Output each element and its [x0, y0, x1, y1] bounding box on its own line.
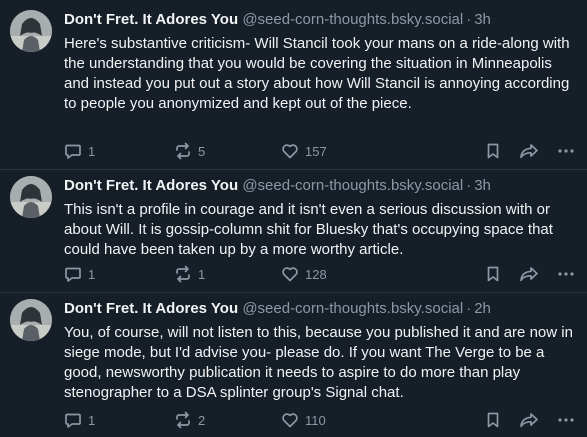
bookmark-button[interactable] [484, 411, 502, 429]
post-actions: 1 1 128 [64, 265, 579, 285]
bookmark-icon [487, 143, 499, 159]
post-text: Here's substantive criticism- Will Stanc… [64, 35, 570, 112]
post-actions: 1 5 157 [64, 142, 579, 162]
reply-count: 1 [88, 266, 96, 282]
divider [0, 292, 587, 293]
post-time[interactable]: 3h [474, 177, 491, 194]
bookmark-icon [487, 266, 499, 282]
author-handle[interactable]: @seed-corn-thoughts.bsky.social [242, 11, 463, 28]
like-button[interactable]: 110 [281, 411, 326, 429]
like-button[interactable]: 128 [281, 265, 327, 283]
ellipsis-icon [558, 272, 574, 276]
repost-arrows-icon [176, 411, 190, 429]
post-header: Don't Fret. It Adores You @seed-corn-tho… [64, 176, 579, 196]
repost-button[interactable]: 1 [174, 265, 205, 283]
repost-arrows-icon [176, 142, 190, 160]
post-text: This isn't a profile in courage and it i… [64, 201, 553, 258]
reply-button[interactable]: 1 [64, 411, 95, 429]
repost-count: 1 [198, 266, 206, 282]
avatar[interactable] [10, 10, 52, 52]
repost-button[interactable]: 5 [174, 142, 205, 160]
ellipsis-icon [558, 418, 574, 422]
repost-count: 2 [198, 412, 206, 428]
post-header: Don't Fret. It Adores You @seed-corn-tho… [64, 299, 579, 319]
reply-button[interactable]: 1 [64, 142, 95, 160]
post-thread: Don't Fret. It Adores You @seed-corn-tho… [0, 0, 587, 437]
like-count: 110 [305, 412, 326, 428]
post-time[interactable]: 2h [474, 300, 491, 317]
reply-button[interactable]: 1 [64, 265, 95, 283]
separator: · [466, 300, 472, 317]
ellipsis-icon [558, 149, 574, 153]
like-button[interactable]: 157 [281, 142, 327, 160]
reply-count: 1 [88, 412, 96, 428]
more-options-button[interactable] [557, 142, 575, 160]
post-actions: 1 2 110 [64, 411, 579, 431]
separator: · [466, 177, 472, 194]
bookmark-button[interactable] [484, 142, 502, 160]
share-arrow-icon [520, 144, 538, 159]
author-name[interactable]: Don't Fret. It Adores You [64, 177, 238, 194]
share-button[interactable] [519, 265, 539, 283]
like-count: 128 [305, 266, 327, 282]
speech-bubble-icon [65, 267, 81, 282]
avatar[interactable] [10, 299, 52, 341]
share-button[interactable] [519, 142, 539, 160]
more-options-button[interactable] [557, 411, 575, 429]
repost-count: 5 [198, 143, 206, 159]
like-count: 157 [305, 143, 327, 159]
author-name[interactable]: Don't Fret. It Adores You [64, 300, 238, 317]
post-time[interactable]: 3h [474, 11, 491, 28]
bookmark-button[interactable] [484, 265, 502, 283]
author-name[interactable]: Don't Fret. It Adores You [64, 11, 238, 28]
divider [0, 169, 587, 170]
share-button[interactable] [519, 411, 539, 429]
post-content: Don't Fret. It Adores You @seed-corn-tho… [64, 10, 579, 114]
bookmark-icon [487, 412, 499, 428]
separator: · [466, 11, 472, 28]
speech-bubble-icon [65, 144, 81, 159]
more-options-button[interactable] [557, 265, 575, 283]
post-content: Don't Fret. It Adores You @seed-corn-tho… [64, 299, 579, 403]
author-handle[interactable]: @seed-corn-thoughts.bsky.social [242, 177, 463, 194]
heart-icon [282, 413, 298, 428]
heart-icon [282, 144, 298, 159]
avatar[interactable] [10, 176, 52, 218]
post-text: You, of course, will not listen to this,… [64, 324, 573, 401]
speech-bubble-icon [65, 413, 81, 428]
repost-arrows-icon [176, 265, 190, 283]
heart-icon [282, 267, 298, 282]
post-content: Don't Fret. It Adores You @seed-corn-tho… [64, 176, 579, 260]
share-arrow-icon [520, 267, 538, 282]
post-header: Don't Fret. It Adores You @seed-corn-tho… [64, 10, 579, 30]
reply-count: 1 [88, 143, 96, 159]
share-arrow-icon [520, 413, 538, 428]
author-handle[interactable]: @seed-corn-thoughts.bsky.social [242, 300, 463, 317]
repost-button[interactable]: 2 [174, 411, 205, 429]
